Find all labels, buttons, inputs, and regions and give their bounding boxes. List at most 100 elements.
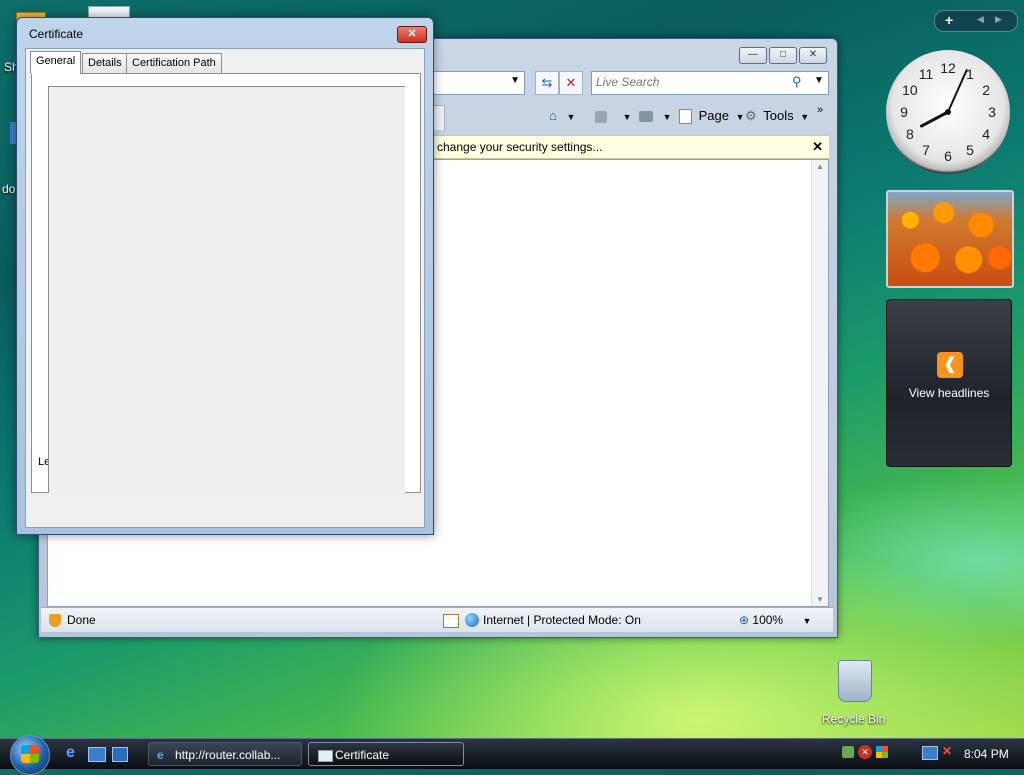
tools-menu-label: Tools <box>763 108 794 123</box>
start-button[interactable] <box>10 735 50 775</box>
status-text: Done <box>67 613 96 627</box>
switch-windows-icon[interactable] <box>112 747 128 762</box>
refresh-button[interactable]: ⇆ <box>535 71 559 95</box>
search-dropdown-icon[interactable]: ▼ <box>814 75 824 86</box>
recycle-bin[interactable]: Recycle Bin <box>822 660 886 730</box>
shield-icon <box>49 614 61 627</box>
certificate-icon <box>318 750 333 762</box>
clock-numeral: 11 <box>919 66 934 82</box>
clock-numeral: 6 <box>944 148 952 164</box>
chevron-down-icon: ▼ <box>662 112 672 122</box>
page-icon <box>679 109 692 125</box>
clock-numeral: 2 <box>982 82 990 98</box>
certificate-info-pane <box>48 86 405 493</box>
tab-certification-path[interactable]: Certification Path <box>126 53 222 73</box>
chevron-down-icon: ▼ <box>802 616 812 626</box>
stop-button[interactable]: ✕ <box>559 71 583 95</box>
sidebar-controls: + ◀ ▶ <box>934 10 1018 32</box>
tab-details[interactable]: Details <box>82 53 128 73</box>
clock-numeral: 3 <box>988 104 996 120</box>
clock-numeral: 10 <box>902 82 918 98</box>
zoom-icon: ⊕ <box>739 613 750 627</box>
general-tab-page: Le <box>31 73 421 493</box>
zoom-level: 100% <box>752 613 784 627</box>
information-bar-text: change your security settings... <box>437 140 603 154</box>
minimize-button[interactable]: — <box>739 47 767 64</box>
recycle-bin-label: Recycle Bin <box>822 712 886 726</box>
certificate-dialog[interactable]: Certificate ✕ General Details Certificat… <box>16 17 434 535</box>
feeds-button[interactable]: ▼ <box>595 105 632 127</box>
ie-quicklaunch-icon[interactable]: e <box>66 744 75 762</box>
search-box[interactable]: ⚲ ▼ <box>591 71 829 95</box>
dialog-title: Certificate <box>29 27 84 41</box>
taskbar-item-label: http://router.collab... <box>175 748 281 762</box>
gear-icon: ⚙ <box>745 108 757 123</box>
close-window-button[interactable]: ✕ <box>799 47 827 64</box>
tab-certification-path-label: Certification Path <box>132 57 216 69</box>
feed-label[interactable]: View headlines <box>887 386 1011 400</box>
print-button[interactable]: ▼ <box>639 105 672 127</box>
next-icon[interactable]: ▶ <box>995 14 1002 25</box>
home-icon: ⌂ <box>549 108 557 123</box>
notification-area: ✕ ✕ 8:04 PM <box>836 743 1016 765</box>
zoom-control[interactable]: ⊕ 100% ▼ <box>739 608 811 633</box>
vertical-scrollbar[interactable]: ▲ ▼ <box>811 160 828 606</box>
search-icon[interactable]: ⚲ <box>792 74 802 90</box>
clock-face: 1234567891011 12 <box>900 60 996 164</box>
tab-details-label: Details <box>88 57 122 69</box>
clock-gadget[interactable]: 1 2 3 4 5 6 7 8 9 10 11 12 <box>886 50 1010 174</box>
taskbar-item-certificate[interactable]: Certificate <box>308 742 464 766</box>
minute-hand <box>947 68 968 113</box>
clock-numeral: 8 <box>906 126 914 142</box>
print-icon <box>639 111 653 123</box>
taskbar-item-ie[interactable]: e http://router.collab... <box>148 742 302 766</box>
flower-photo <box>888 192 1012 286</box>
clock-time[interactable]: 8:04 PM <box>964 747 1009 761</box>
show-desktop-icon[interactable] <box>88 747 106 762</box>
security-alert-icon[interactable]: ✕ <box>858 745 872 759</box>
information-bar[interactable]: change your security settings... ✕ <box>433 135 829 159</box>
windows-update-icon[interactable] <box>876 746 888 758</box>
maximize-button[interactable]: □ <box>769 47 797 64</box>
clock-numeral: 7 <box>922 142 930 158</box>
recycle-bin-icon <box>838 660 872 702</box>
address-dropdown-icon[interactable]: ▼ <box>510 75 520 86</box>
search-input[interactable] <box>592 72 790 92</box>
previous-icon[interactable]: ◀ <box>977 14 984 25</box>
tab-general-label: General <box>36 55 76 67</box>
volume-muted-icon[interactable]: ✕ <box>942 744 952 758</box>
home-button[interactable]: ⌂ ▼ <box>549 105 575 127</box>
tab-strip[interactable] <box>433 105 445 130</box>
tools-menu-button[interactable]: ⚙ Tools ▼ <box>745 105 809 127</box>
more-commands-icon[interactable]: » <box>817 99 823 121</box>
page-menu-label: Page <box>698 108 729 123</box>
security-report-icon[interactable] <box>443 614 459 628</box>
chevron-down-icon: ▼ <box>800 112 810 122</box>
clock-numeral: 12 <box>940 60 956 76</box>
page-menu-button[interactable]: Page ▼ <box>679 105 745 127</box>
address-bar[interactable]: ▼ <box>431 71 525 95</box>
network-tray-icon[interactable] <box>842 746 854 758</box>
feed-icon <box>595 110 607 123</box>
chevron-down-icon: ▼ <box>735 112 745 122</box>
certificate-body: General Details Certification Path Le <box>25 48 425 528</box>
security-zone-text[interactable]: Internet | Protected Mode: On <box>483 608 641 632</box>
status-bar: Done Internet | Protected Mode: On ⊕ 100… <box>41 607 833 632</box>
slideshow-gadget[interactable] <box>886 190 1014 288</box>
chevron-down-icon: ▼ <box>566 112 576 122</box>
tab-general[interactable]: General <box>30 51 82 74</box>
ie-icon: e <box>157 748 164 762</box>
windows-logo-icon <box>21 745 39 763</box>
close-button[interactable]: ✕ <box>397 26 427 43</box>
scroll-down-icon[interactable]: ▼ <box>816 595 824 604</box>
taskbar-item-label: Certificate <box>335 748 390 762</box>
taskbar: e e http://router.collab... Certificate … <box>0 735 1024 775</box>
clock-numeral: 4 <box>982 126 990 142</box>
network-connection-icon[interactable] <box>922 746 938 760</box>
globe-icon <box>465 613 479 627</box>
chevron-down-icon: ▼ <box>622 112 632 122</box>
feed-headlines-gadget[interactable]: ❰ View headlines <box>886 299 1012 467</box>
close-icon[interactable]: ✕ <box>812 136 823 158</box>
scroll-up-icon[interactable]: ▲ <box>816 162 824 171</box>
add-gadget-icon[interactable]: + <box>945 12 953 28</box>
